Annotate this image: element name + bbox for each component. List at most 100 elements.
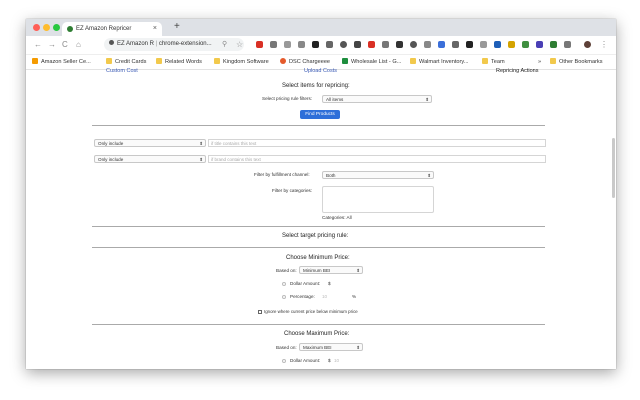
max-dollar-value[interactable]: 10	[334, 358, 339, 363]
zoom-icon[interactable]: ⚲	[222, 39, 227, 51]
extension-icon-13[interactable]	[424, 41, 431, 48]
min-based-on-label: Based on:	[276, 268, 297, 273]
extension-icon-23[interactable]	[564, 41, 571, 48]
extension-icon-15[interactable]	[452, 41, 459, 48]
forward-icon[interactable]: →	[48, 39, 56, 51]
filter-label: Select pricing rule filters:	[262, 96, 313, 101]
bookmark-item[interactable]: Amazon Seller Ce...	[32, 55, 91, 69]
browser-window: EZ Amazon Repricer × + ← → C ⌂ EZ Amazon…	[26, 19, 616, 369]
min-percent-radio[interactable]	[282, 295, 286, 299]
extension-icon-9[interactable]	[368, 41, 375, 48]
find-products-button[interactable]: Find Products	[300, 110, 340, 119]
url-site: EZ Amazon R	[117, 41, 155, 47]
brand-contains-input[interactable]: if brand contains this text	[208, 155, 546, 163]
extension-icon-19[interactable]	[508, 41, 515, 48]
extension-icon-7[interactable]	[340, 41, 347, 48]
categories-label: Filter by categories:	[272, 188, 313, 193]
bookmark-item[interactable]: Wholesale List - G...	[342, 55, 401, 69]
max-based-on-select[interactable]: Maximum BEI ⬍	[299, 343, 363, 351]
minimize-window-button[interactable]	[43, 24, 50, 31]
chevron-updown-icon: ⬍	[356, 345, 360, 350]
extension-icon-6[interactable]	[326, 41, 333, 48]
bookmark-item[interactable]: Related Words	[156, 55, 202, 69]
folder-icon	[214, 58, 220, 64]
bookmark-item[interactable]: Credit Cards	[106, 55, 146, 69]
bookmark-icon	[32, 58, 38, 64]
fulfillment-select[interactable]: Both ⬍	[322, 171, 434, 179]
title-contains-input[interactable]: if title contains this text	[208, 139, 546, 147]
max-dollar-radio[interactable]	[282, 359, 286, 363]
folder-icon	[482, 58, 488, 64]
pricing-filter-select[interactable]: All items ⬍	[322, 95, 432, 103]
menu-icon[interactable]: ⋮	[600, 39, 608, 51]
max-based-on-label: Based on:	[276, 345, 297, 350]
extension-icon-5[interactable]	[312, 41, 319, 48]
extension-icon-2[interactable]	[270, 41, 277, 48]
select-items-heading: Select items for repricing:	[282, 83, 350, 89]
extension-page-icon	[109, 40, 114, 45]
extension-icon-21[interactable]	[536, 41, 543, 48]
extension-icon-1[interactable]	[256, 41, 263, 48]
min-percent-value[interactable]: 10	[322, 294, 327, 299]
close-tab-icon[interactable]: ×	[153, 22, 157, 36]
extension-icon-16[interactable]	[466, 41, 473, 48]
only-include-select-2[interactable]: Only include ⬍	[94, 155, 206, 163]
custom-cost-link[interactable]: Custom Cost	[106, 68, 138, 74]
bookmarks-more-icon[interactable]: »	[538, 55, 541, 69]
extension-icon-12[interactable]	[410, 41, 417, 48]
min-dollar-radio[interactable]	[282, 282, 286, 286]
min-percent-symbol: %	[352, 294, 357, 299]
new-tab-button[interactable]: +	[174, 21, 180, 33]
tab-title: EZ Amazon Repricer	[76, 26, 132, 32]
folder-icon	[550, 58, 556, 64]
extension-icon-4[interactable]	[298, 41, 305, 48]
folder-icon	[410, 58, 416, 64]
chevron-updown-icon: ⬍	[356, 268, 360, 273]
fulfillment-label: Filter by fulfillment channel:	[254, 172, 310, 177]
extension-icon-22[interactable]	[550, 41, 557, 48]
bookmark-star-icon[interactable]: ☆	[236, 39, 243, 51]
back-icon[interactable]: ←	[34, 39, 42, 51]
reload-icon[interactable]: C	[62, 39, 68, 51]
extension-icon-8[interactable]	[354, 41, 361, 48]
bookmark-item[interactable]: Walmart Inventory...	[410, 55, 468, 69]
min-based-on-select[interactable]: Minimum BEI ⬍	[299, 266, 363, 274]
bookmark-item[interactable]: DSC Chargeeee	[280, 55, 330, 69]
min-dollar-symbol: $	[328, 281, 331, 286]
only-include-select-1[interactable]: Only include ⬍	[94, 139, 206, 147]
close-window-button[interactable]	[33, 24, 40, 31]
extension-icon-10[interactable]	[382, 41, 389, 48]
extension-icon-14[interactable]	[438, 41, 445, 48]
ignore-below-min-checkbox[interactable]	[258, 310, 262, 314]
extension-icon-20[interactable]	[522, 41, 529, 48]
sheets-icon	[342, 58, 348, 64]
divider	[92, 226, 545, 227]
url-path: chrome-extension...	[158, 41, 212, 47]
extension-icon-18[interactable]	[494, 41, 501, 48]
bookmark-icon	[280, 58, 286, 64]
browser-toolbar: ← → C ⌂ EZ Amazon R | chrome-extension..…	[26, 36, 616, 55]
repricing-actions-link[interactable]: Repricing Actions	[496, 68, 539, 74]
bookmark-item[interactable]: Team	[482, 55, 505, 69]
max-dollar-label: Dollar Amount:	[290, 358, 321, 363]
min-dollar-label: Dollar Amount:	[290, 281, 321, 286]
extension-icon-17[interactable]	[480, 41, 487, 48]
divider	[92, 247, 545, 248]
home-icon[interactable]: ⌂	[76, 39, 81, 51]
max-dollar-symbol: $	[328, 358, 331, 363]
target-rule-heading: Select target pricing rule:	[282, 233, 349, 239]
categories-text: Categories: All	[322, 215, 352, 220]
upload-costs-link[interactable]: Upload Costs	[304, 68, 337, 74]
categories-listbox[interactable]	[322, 186, 434, 213]
extension-icon-11[interactable]	[396, 41, 403, 48]
profile-avatar[interactable]	[584, 41, 591, 48]
maximum-price-heading: Choose Maximum Price:	[284, 331, 350, 337]
folder-icon	[156, 58, 162, 64]
scrollbar[interactable]	[612, 138, 615, 198]
browser-tab[interactable]: EZ Amazon Repricer ×	[62, 22, 162, 36]
bookmark-item[interactable]: Other Bookmarks	[550, 55, 603, 69]
min-percent-label: Percentage:	[290, 294, 315, 299]
bookmark-item[interactable]: Kingdom Software	[214, 55, 269, 69]
maximize-window-button[interactable]	[53, 24, 60, 31]
extension-icon-3[interactable]	[284, 41, 291, 48]
